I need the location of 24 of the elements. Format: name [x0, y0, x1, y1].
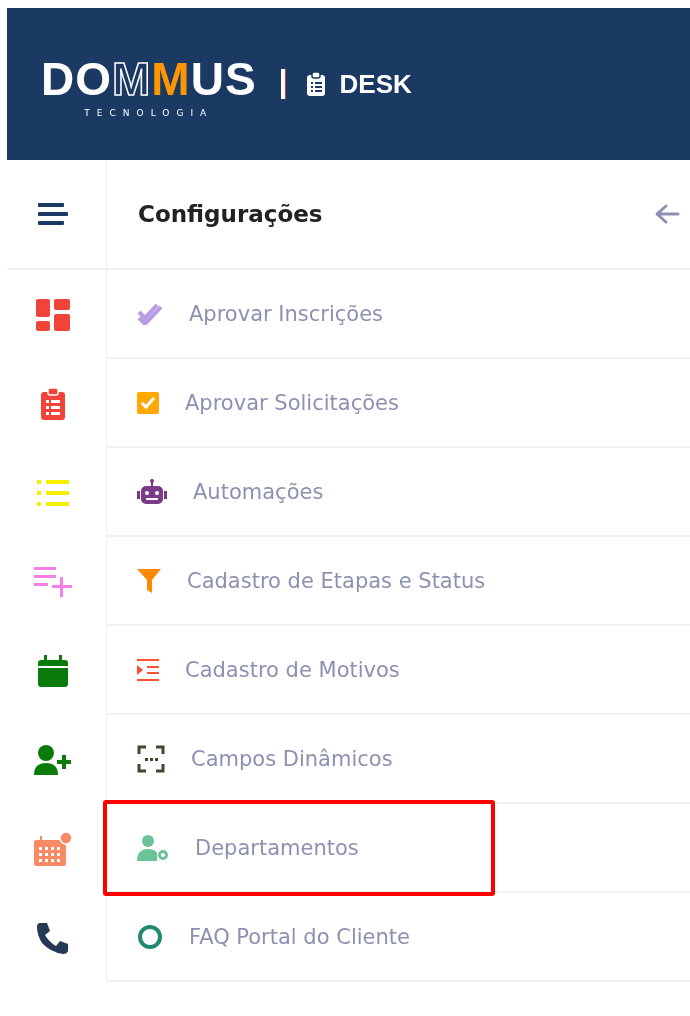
clipboard-icon[interactable]	[40, 387, 65, 420]
calendar-icon[interactable]	[37, 654, 68, 687]
logo: DOMMUS	[41, 56, 257, 102]
checkbox-icon	[137, 391, 159, 414]
app-name: DESK	[339, 68, 412, 100]
menu-icon[interactable]	[37, 202, 68, 226]
logo-subtitle: TECNOLOGIA	[84, 108, 214, 118]
menu-item[interactable]: Departamentos	[103, 799, 495, 896]
indent-icon	[137, 658, 159, 681]
calendar-alert-icon[interactable]	[33, 831, 72, 866]
user-add-icon[interactable]	[33, 744, 72, 775]
scan-frame-icon	[137, 744, 165, 773]
separator-bar	[280, 69, 286, 99]
double-check-icon	[137, 302, 163, 325]
clipboard-icon	[305, 72, 326, 96]
robot-icon	[137, 478, 167, 505]
list-add-icon[interactable]	[33, 566, 72, 597]
user-gear-icon	[137, 834, 169, 861]
filter-icon	[137, 568, 161, 593]
panel-title: Configurações	[138, 201, 323, 227]
back-arrow-icon[interactable]	[654, 203, 680, 225]
help-circle-icon	[137, 923, 163, 950]
phone-icon[interactable]	[35, 920, 70, 955]
dashboard-icon[interactable]	[35, 298, 70, 331]
